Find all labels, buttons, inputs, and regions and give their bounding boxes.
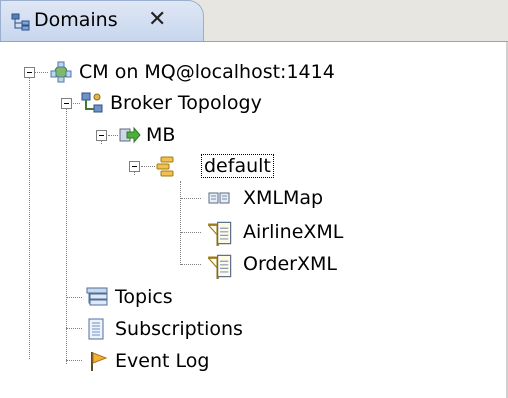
view-tab-strip: Domains ✕ [0,0,508,42]
execution-group-icon [156,156,174,177]
collapse-toggle[interactable] [61,98,72,109]
tree-node-label: AirlineXML [243,221,344,243]
tree-node-label: Event Log [115,350,210,372]
tab-title: Domains [34,9,118,31]
map-icon [208,192,230,204]
message-set-icon [207,254,232,279]
tree-node-label: Subscriptions [115,318,243,340]
message-set-icon [207,221,232,246]
tree-node-label: Broker Topology [110,92,262,114]
tree-node-label: XMLMap [243,187,324,209]
tree-node-label: default [201,154,274,178]
tree-node-label: OrderXML [243,253,337,275]
domains-icon [11,13,30,31]
domains-tree: CM on MQ@localhost:1414 Broker Topology … [0,42,506,398]
tab-domains[interactable]: Domains ✕ [0,0,204,41]
tree-node-label: Topics [115,286,173,308]
flag-icon [91,352,108,371]
collapse-toggle[interactable] [96,130,107,141]
tree-node-label: CM on MQ@localhost:1414 [79,61,335,83]
topics-icon [86,287,108,306]
collapse-toggle[interactable] [129,161,140,172]
collapse-toggle[interactable] [24,67,35,78]
close-icon[interactable]: ✕ [148,7,166,33]
subscriptions-icon [88,318,104,340]
topology-icon [81,92,103,113]
domain-connection-icon [50,61,72,83]
broker-icon [119,126,141,144]
tree-node-label: MB [146,124,176,146]
